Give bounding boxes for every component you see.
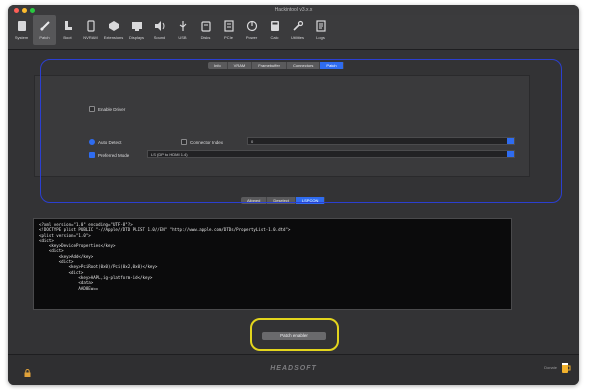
toolbar-item-logs[interactable]: Logs xyxy=(309,15,332,45)
toolbar-label: Boot xyxy=(63,35,72,40)
toolbar-item-sound[interactable]: Sound xyxy=(148,15,171,45)
toolbar-label: System xyxy=(14,35,29,40)
speaker-icon xyxy=(154,19,166,33)
bottom-bar: HEADSOFT Donate xyxy=(8,354,579,385)
nvram-icon xyxy=(85,19,97,33)
toolbar-item-extensions[interactable]: Extensions xyxy=(102,15,125,45)
headsoft-logo: HEADSOFT xyxy=(270,365,317,372)
calculator-icon xyxy=(269,19,281,33)
toolbar-item-system[interactable]: System xyxy=(10,15,33,45)
display-icon xyxy=(131,19,143,33)
toolbar-item-nvram[interactable]: NVRAM xyxy=(79,15,102,45)
toolbar-label: NVRAM xyxy=(83,35,98,40)
beer-icon[interactable] xyxy=(561,361,571,374)
wrench-icon xyxy=(292,19,304,33)
toolbar-item-power[interactable]: Power xyxy=(240,15,263,45)
toolbar-label: Extensions xyxy=(103,35,124,40)
toolbar-item-usb[interactable]: USB xyxy=(171,15,194,45)
code-line: AAD8Ew== xyxy=(39,285,99,291)
boot-icon xyxy=(62,19,74,33)
extensions-icon xyxy=(108,19,120,33)
toolbar-label: Displays xyxy=(128,35,145,40)
annotation-yellow-highlight xyxy=(250,318,339,351)
main-content: Info VRAM Framebuffer Connectors Patch E… xyxy=(8,50,579,354)
toolbar-label: USB xyxy=(178,35,187,40)
toolbar-item-disks[interactable]: Disks xyxy=(194,15,217,45)
pcie-icon xyxy=(223,19,235,33)
toolbar-item-displays[interactable]: Displays xyxy=(125,15,148,45)
toolbar-label: Calc xyxy=(270,35,279,40)
toolbar-item-calc[interactable]: Calc xyxy=(263,15,286,45)
toolbar-label: Disks xyxy=(200,35,211,40)
power-icon xyxy=(246,19,258,33)
computer-icon xyxy=(16,19,28,33)
toolbar-label: Patch xyxy=(39,35,50,40)
disk-icon xyxy=(200,19,212,33)
toolbar-item-boot[interactable]: Boot xyxy=(56,15,79,45)
toolbar-label: Logs xyxy=(316,35,325,40)
toolbar-label: Power xyxy=(245,35,258,40)
patch-icon xyxy=(39,19,51,33)
donate-label: Donate xyxy=(544,365,557,370)
main-toolbar: System Patch Boot NVRAM Extensions Displ… xyxy=(8,15,579,50)
toolbar-item-utilities[interactable]: Utilities xyxy=(286,15,309,45)
toolbar-label: Utilities xyxy=(291,35,304,40)
logs-icon xyxy=(315,19,327,33)
toolbar-item-pcie[interactable]: PCIe xyxy=(217,15,240,45)
app-window: Hackintool v3.x.x System Patch Boot NVRA… xyxy=(8,5,579,385)
toolbar-label: Sound xyxy=(153,35,166,40)
window-title: Hackintool v3.x.x xyxy=(274,7,313,13)
toolbar-item-patch[interactable]: Patch xyxy=(33,15,56,45)
usb-icon xyxy=(177,19,189,33)
plist-output[interactable]: <?xml version="1.0" encoding="UTF-8"?> <… xyxy=(33,218,512,310)
toolbar-label: PCIe xyxy=(224,35,233,40)
title-bar: Hackintool v3.x.x xyxy=(8,5,579,15)
annotation-blue-highlight xyxy=(40,59,562,203)
